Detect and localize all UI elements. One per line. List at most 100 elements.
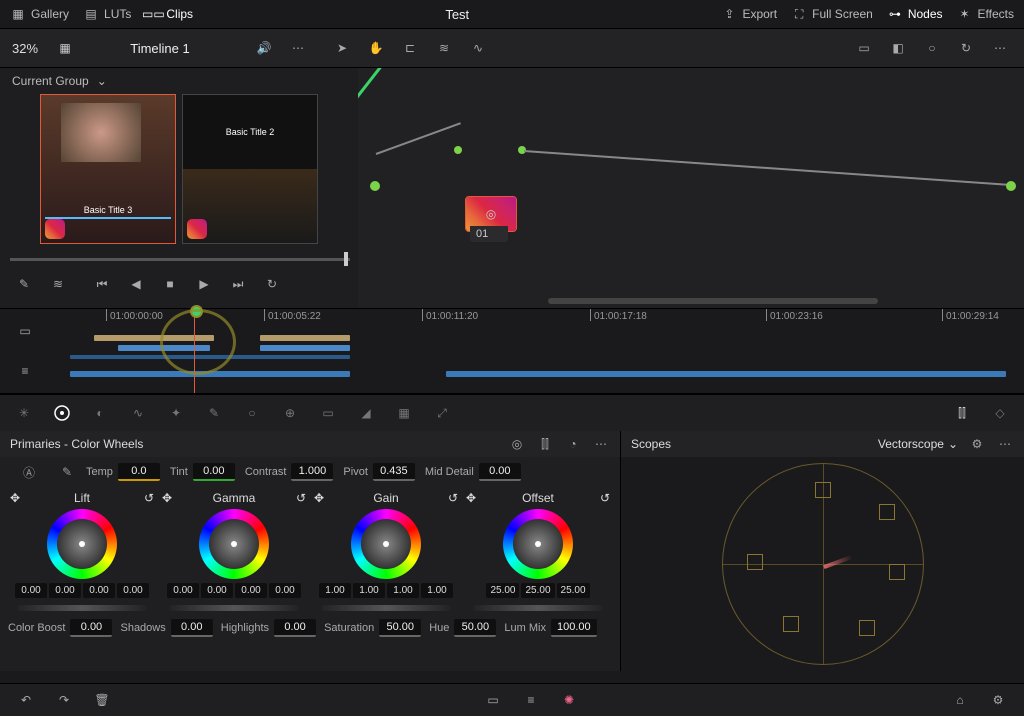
key-icon[interactable]: ▦ — [394, 403, 414, 423]
zoom-level[interactable]: 32% — [0, 41, 50, 56]
eyedropper-icon[interactable]: ✎ — [14, 274, 34, 294]
audio-toggle[interactable]: 🔊 — [254, 38, 274, 58]
more-menu[interactable]: ⋯ — [288, 38, 308, 58]
graph-output-dot[interactable] — [1006, 181, 1016, 191]
fullscreen-button[interactable]: ⛶Full Screen — [791, 7, 873, 21]
curves-icon[interactable]: ∿ — [128, 403, 148, 423]
tint-value[interactable]: 0.00 — [193, 463, 235, 481]
wheel-picker-icon[interactable]: ✥ — [7, 491, 23, 505]
graph-input-dot[interactable] — [370, 181, 380, 191]
scrubber[interactable] — [10, 250, 348, 268]
edit-page-icon[interactable]: ≡ — [521, 690, 541, 710]
clip-thumb-2[interactable]: Basic Title 2 — [182, 94, 318, 244]
wheel-picker-icon[interactable]: ✥ — [463, 491, 479, 505]
color-warper-icon[interactable]: ✦ — [166, 403, 186, 423]
tracker-icon[interactable]: ⊕ — [280, 403, 300, 423]
hand-tool[interactable]: ✋ — [366, 38, 386, 58]
export-button[interactable]: ⇪Export — [721, 7, 777, 21]
highlight-toggle[interactable]: ○ — [922, 38, 942, 58]
loop-button[interactable]: ↻ — [262, 274, 282, 294]
pick-white-icon[interactable]: ✎ — [58, 463, 76, 481]
wheels-mode-icon[interactable]: ◎ — [508, 435, 526, 453]
undo-button[interactable]: ↶ — [16, 690, 36, 710]
window-icon[interactable]: ○ — [242, 403, 262, 423]
keyframe-icon[interactable]: ◇ — [990, 403, 1010, 423]
hue-value[interactable]: 50.00 — [454, 619, 496, 637]
lift-values[interactable]: 0.000.000.000.00 — [15, 583, 149, 598]
group-selector[interactable]: Current Group⌄ — [0, 68, 358, 94]
magic-mask-icon[interactable]: ▭ — [318, 403, 338, 423]
qualifier-icon[interactable]: ✎ — [204, 403, 224, 423]
stop-button[interactable]: ■ — [160, 274, 180, 294]
hdr-icon[interactable]: ◐ — [90, 403, 110, 423]
offset-wheel[interactable] — [503, 509, 573, 579]
video-clip[interactable] — [94, 335, 214, 341]
grid-toggle[interactable]: ▦ — [50, 41, 80, 55]
lift-jog[interactable] — [17, 605, 147, 611]
pointer-tool[interactable]: ➤ — [332, 38, 352, 58]
reset-icon[interactable]: ↺ — [597, 491, 613, 505]
delete-button[interactable]: 🗑 — [92, 690, 112, 710]
nodes-button[interactable]: ⊶Nodes — [887, 7, 943, 21]
node-scrollbar[interactable] — [548, 298, 878, 304]
audio-clip[interactable] — [70, 371, 350, 377]
wheel-picker-icon[interactable]: ✥ — [311, 491, 327, 505]
clip-thumb-1[interactable]: Basic Title 3 — [40, 94, 176, 244]
auto-balance-icon[interactable]: Ⓐ — [20, 463, 38, 481]
timeline-ruler[interactable]: 01:00:00:00 01:00:05:22 01:00:11:20 01:0… — [50, 309, 1024, 393]
video-clip[interactable] — [70, 355, 350, 359]
gamma-wheel[interactable] — [199, 509, 269, 579]
camera-raw-icon[interactable]: ✳ — [14, 403, 34, 423]
video-track-icon[interactable]: ▭ — [15, 321, 35, 341]
reset-view[interactable]: ↻ — [956, 38, 976, 58]
wheel-picker-icon[interactable]: ✥ — [159, 491, 175, 505]
highlights-value[interactable]: 0.00 — [274, 619, 316, 637]
video-clip[interactable] — [260, 335, 350, 341]
scope-settings-icon[interactable]: ⚙ — [968, 435, 986, 453]
offset-values[interactable]: 25.0025.0025.00 — [486, 583, 589, 598]
playhead[interactable] — [194, 309, 195, 393]
home-button[interactable]: ⌂ — [950, 690, 970, 710]
gamma-values[interactable]: 0.000.000.000.00 — [167, 583, 301, 598]
node-input-dot[interactable] — [454, 146, 462, 154]
split-view[interactable]: ◧ — [888, 38, 908, 58]
color-page-icon[interactable]: ✺ — [559, 690, 579, 710]
audio-clip[interactable] — [446, 371, 1006, 377]
last-frame-button[interactable]: ⏭ — [228, 274, 248, 294]
sizing-icon[interactable]: ⤢ — [432, 403, 452, 423]
effects-button[interactable]: ✶Effects — [957, 7, 1014, 21]
offset-jog[interactable] — [473, 605, 603, 611]
gallery-tab[interactable]: ▦Gallery — [10, 7, 69, 21]
node-graph[interactable]: ◎ 01 — [358, 68, 1024, 308]
node-add-tool[interactable]: ⊏ — [400, 38, 420, 58]
pivot-value[interactable]: 0.435 — [373, 463, 415, 481]
gain-wheel[interactable] — [351, 509, 421, 579]
saturation-value[interactable]: 50.00 — [379, 619, 421, 637]
image-wipe[interactable]: ▭ — [854, 38, 874, 58]
mixer-tool[interactable]: ∿ — [468, 38, 488, 58]
audio-track-icon[interactable]: ≡ — [15, 361, 35, 381]
vectorscope[interactable] — [621, 457, 1024, 671]
gain-values[interactable]: 1.001.001.001.00 — [319, 583, 453, 598]
panel-more-icon[interactable]: ⋯ — [592, 435, 610, 453]
redo-button[interactable]: ↷ — [54, 690, 74, 710]
shadows-value[interactable]: 0.00 — [171, 619, 213, 637]
colorboost-value[interactable]: 0.00 — [70, 619, 112, 637]
video-clip[interactable] — [260, 345, 350, 351]
blur-icon[interactable]: ◢ — [356, 403, 376, 423]
log-mode-icon[interactable]: ◔ — [564, 435, 582, 453]
play-button[interactable]: ▶ — [194, 274, 214, 294]
prev-frame-button[interactable]: ◀ — [126, 274, 146, 294]
temp-value[interactable]: 0.0 — [118, 463, 160, 481]
gain-jog[interactable] — [321, 605, 451, 611]
clips-tab[interactable]: ▭▭Clips — [145, 7, 193, 21]
contrast-value[interactable]: 1.000 — [291, 463, 333, 481]
settings-button[interactable]: ⚙ — [988, 690, 1008, 710]
color-wheels-icon[interactable] — [52, 403, 72, 423]
lummix-value[interactable]: 100.00 — [551, 619, 597, 637]
media-page-icon[interactable]: ▭ — [483, 690, 503, 710]
clip-stack-icon[interactable]: ≋ — [48, 274, 68, 294]
layers-tool[interactable]: ≋ — [434, 38, 454, 58]
bars-mode-icon[interactable]: ⫿⫿ — [536, 435, 554, 453]
first-frame-button[interactable]: ⏮ — [92, 274, 112, 294]
